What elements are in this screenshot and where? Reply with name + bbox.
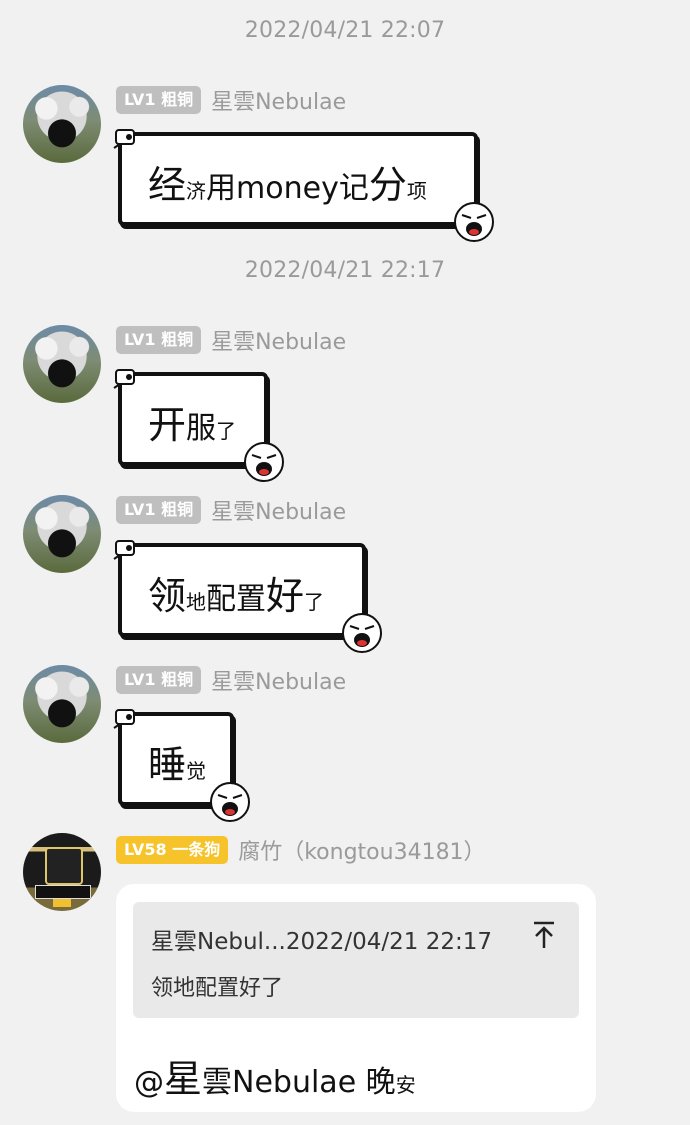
quoted-message[interactable]: 星雲Nebul...2022/04/21 22:17 领地配置好了 xyxy=(133,902,579,1018)
message-text-segment: 觉 xyxy=(186,759,207,783)
message-text-segment: 好 xyxy=(266,574,305,618)
rage-face-icon xyxy=(454,202,494,242)
timestamp: 2022/04/21 22:07 xyxy=(244,18,446,43)
toilet-paper-icon xyxy=(113,540,135,560)
message-text: 领地配置好了 xyxy=(148,565,324,620)
message-text-segment: 了 xyxy=(216,419,237,443)
avatar[interactable] xyxy=(23,495,101,573)
message-text: 睡觉 xyxy=(148,734,206,789)
sender-name[interactable]: 腐竹（kongtou34181） xyxy=(238,834,485,866)
level-badge: LV58 一条狗 xyxy=(116,836,229,864)
reply-text: @星雲Nebulae 晚安 xyxy=(134,1048,416,1103)
message-bubble[interactable]: 睡觉 xyxy=(113,709,250,822)
rage-face-icon xyxy=(342,613,382,653)
avatar[interactable] xyxy=(23,325,101,403)
level-badge: LV1 粗铜 xyxy=(116,666,202,694)
sender-name[interactable]: 星雲Nebulae xyxy=(211,84,346,116)
toilet-paper-icon xyxy=(113,709,135,729)
message-bubble[interactable]: 领地配置好了 xyxy=(113,540,382,653)
toilet-paper-icon xyxy=(113,129,135,149)
rage-face-icon xyxy=(244,442,284,482)
mention-rest: 雲Nebulae 晚 xyxy=(202,1065,396,1100)
mention-big-char: 星 xyxy=(164,1057,203,1101)
message-text-segment: 了 xyxy=(304,590,325,614)
message-text-segment: 地 xyxy=(186,590,207,614)
sender-name[interactable]: 星雲Nebulae xyxy=(211,324,346,356)
avatar[interactable] xyxy=(23,665,101,743)
level-badge: LV1 粗铜 xyxy=(116,326,202,354)
message-text-segment: 济 xyxy=(186,179,207,203)
avatar[interactable] xyxy=(23,833,101,911)
sender-name[interactable]: 星雲Nebulae xyxy=(211,664,346,696)
message-text: 开服了 xyxy=(148,394,236,449)
quote-text: 领地配置好了 xyxy=(151,976,284,1001)
sender-meta: LV1 粗铜 星雲Nebulae xyxy=(116,325,346,355)
message-text-segment: 用 xyxy=(206,171,237,206)
sender-meta: LV1 粗铜 星雲Nebulae xyxy=(116,495,346,525)
message-text-segment: money xyxy=(236,171,339,206)
message-text-segment: 领 xyxy=(148,574,187,618)
message-text-segment: 开 xyxy=(148,403,187,447)
mention-at: @ xyxy=(134,1065,164,1100)
message-bubble[interactable]: 经济用money记分项 xyxy=(113,129,494,242)
message-text-segment: 记 xyxy=(338,171,369,206)
message-text-segment: 服 xyxy=(186,411,217,446)
level-badge: LV1 粗铜 xyxy=(116,86,202,114)
sender-meta: LV1 粗铜 星雲Nebulae xyxy=(116,665,346,695)
avatar[interactable] xyxy=(23,85,101,163)
sender-name[interactable]: 星雲Nebulae xyxy=(211,494,346,526)
level-badge: LV1 粗铜 xyxy=(116,496,202,524)
jump-to-top-icon[interactable] xyxy=(531,920,557,950)
message-text: 经济用money记分项 xyxy=(148,154,427,209)
message-text-segment: 经 xyxy=(148,163,187,207)
message-text-segment: 项 xyxy=(406,179,427,203)
toilet-paper-icon xyxy=(113,369,135,389)
message-bubble[interactable]: 星雲Nebul...2022/04/21 22:17 领地配置好了 @星雲Neb… xyxy=(116,884,596,1112)
message-text-segment: 分 xyxy=(368,163,407,207)
mention-small-char: 安 xyxy=(395,1073,416,1097)
message-text-segment: 睡 xyxy=(148,743,187,787)
quote-header: 星雲Nebul...2022/04/21 22:17 xyxy=(151,929,493,955)
sender-meta: LV58 一条狗 腐竹（kongtou34181） xyxy=(116,835,486,865)
message-text-segment: 配置 xyxy=(206,582,267,617)
message-bubble[interactable]: 开服了 xyxy=(113,369,284,482)
rage-face-icon xyxy=(210,782,250,822)
sender-meta: LV1 粗铜 星雲Nebulae xyxy=(116,85,346,115)
timestamp: 2022/04/21 22:17 xyxy=(244,258,446,283)
